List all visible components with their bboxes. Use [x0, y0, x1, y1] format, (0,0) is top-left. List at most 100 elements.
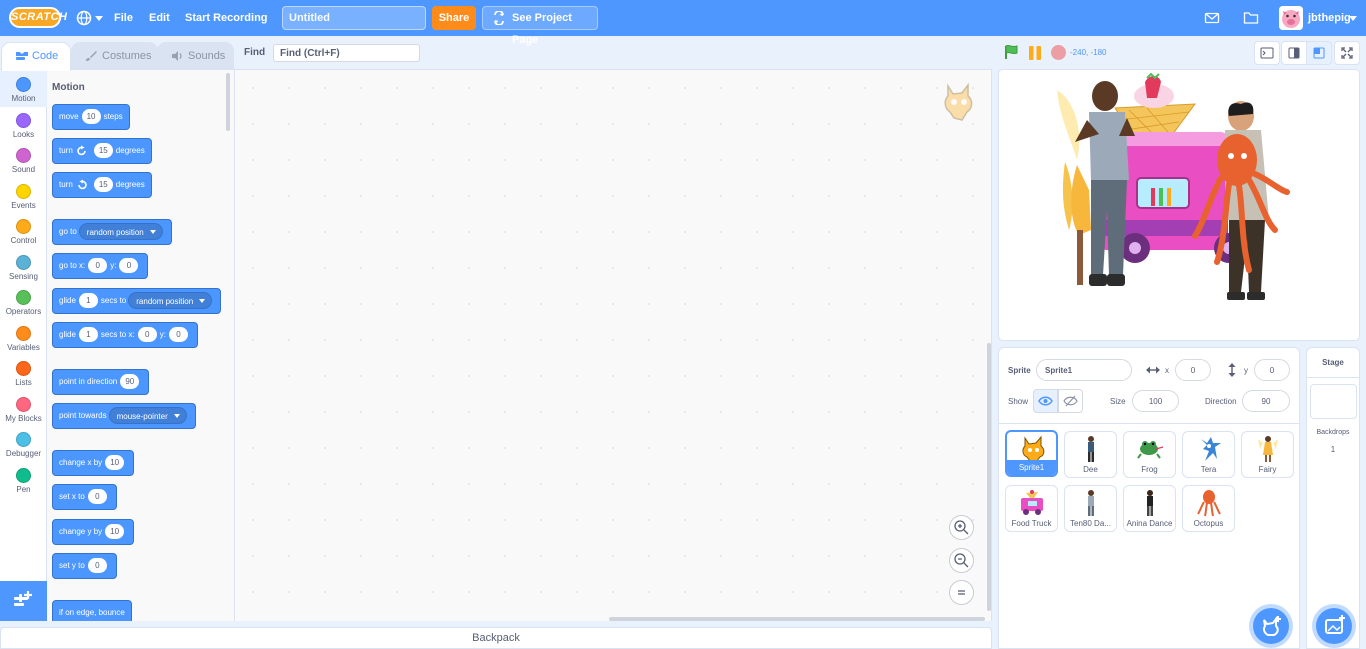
equals-icon [958, 590, 965, 595]
sprite-tile-sprite1[interactable]: Sprite1 [1005, 430, 1058, 477]
steps-input[interactable]: 10 [81, 109, 101, 125]
add-backdrop-button[interactable] [1316, 608, 1352, 644]
stop-button[interactable] [1051, 45, 1066, 60]
stage-canvas[interactable] [998, 69, 1360, 341]
secs-input[interactable]: 1 [78, 293, 98, 309]
stage-selector[interactable]: Stage Backdrops 1 [1306, 347, 1360, 649]
tab-costumes[interactable]: Costumes [71, 42, 158, 70]
y-input[interactable]: 0 [87, 558, 107, 574]
normal-stage-button[interactable] [1306, 41, 1332, 65]
category-variables[interactable]: Variables [0, 320, 47, 356]
block-move-steps[interactable]: move 10 steps [52, 104, 130, 130]
show-sprite-button[interactable] [1033, 389, 1058, 413]
see-project-page-button[interactable]: See Project Page [482, 6, 598, 46]
username[interactable]: jbthepig [1308, 0, 1351, 36]
x-input[interactable]: 0 [87, 489, 107, 505]
zoom-out-button[interactable] [949, 548, 974, 573]
block-glide-to-xy[interactable]: glide 1 secs to x: 0 y: 0 [52, 322, 198, 348]
my-stuff-folder-icon[interactable] [1243, 10, 1259, 26]
stage-thumbnail[interactable] [1310, 384, 1357, 419]
degrees-input[interactable]: 15 [93, 177, 113, 193]
degrees-input[interactable]: 15 [93, 143, 113, 159]
fullscreen-button[interactable] [1334, 41, 1360, 65]
sprite-direction-input[interactable] [1242, 390, 1290, 412]
project-title-input[interactable] [282, 6, 426, 30]
small-stage-button[interactable] [1281, 41, 1307, 65]
add-sprite-button[interactable] [1253, 608, 1289, 644]
scratch-logo[interactable]: SCRATCH [9, 7, 67, 28]
debug-console-button[interactable] [1254, 41, 1280, 65]
sprite-tile-fairy[interactable]: Fairy [1241, 431, 1294, 478]
category-events[interactable]: Events [0, 178, 47, 214]
category-color-dot [16, 361, 31, 376]
file-menu[interactable]: File [114, 0, 133, 36]
zoom-reset-button[interactable] [949, 580, 974, 605]
category-my-blocks[interactable]: My Blocks [0, 391, 47, 427]
sprite-name-input[interactable] [1036, 359, 1132, 381]
find-input[interactable] [273, 44, 420, 62]
sprite-tile-frog[interactable]: Frog [1123, 431, 1176, 478]
workspace-horizontal-scrollbar[interactable] [609, 617, 985, 621]
category-lists[interactable]: Lists [0, 355, 47, 391]
category-pen[interactable]: Pen [0, 462, 47, 498]
hide-sprite-button[interactable] [1058, 389, 1083, 413]
block-point-towards[interactable]: point towards mouse-pointer [52, 403, 196, 429]
category-sensing[interactable]: Sensing [0, 249, 47, 285]
direction-input[interactable]: 90 [120, 374, 140, 390]
block-glide-to[interactable]: glide 1 secs to random position [52, 288, 222, 314]
avatar[interactable] [1279, 6, 1303, 30]
backpack[interactable]: Backpack [0, 627, 992, 649]
script-workspace[interactable] [235, 69, 992, 621]
y-change-input[interactable]: 10 [105, 524, 125, 540]
share-button[interactable]: Share [432, 6, 476, 30]
sprite-tile-octopus[interactable]: Octopus [1182, 485, 1235, 532]
tab-sounds[interactable]: Sounds [157, 42, 234, 70]
secs-input[interactable]: 1 [78, 327, 98, 343]
x-change-input[interactable]: 10 [105, 455, 125, 471]
zoom-in-button[interactable] [949, 515, 974, 540]
green-flag-icon[interactable] [1003, 44, 1019, 60]
point-towards-dropdown[interactable]: mouse-pointer [108, 407, 187, 425]
sprite-y-input[interactable] [1254, 359, 1290, 381]
add-extension-button[interactable] [0, 581, 47, 621]
glide-target-dropdown[interactable]: random position [128, 292, 213, 310]
messages-icon[interactable] [1204, 10, 1220, 26]
category-operators[interactable]: Operators [0, 284, 47, 320]
language-globe-icon[interactable] [76, 10, 92, 26]
block-change-y[interactable]: change y by 10 [52, 519, 135, 545]
x-input[interactable]: 0 [137, 327, 157, 343]
workspace-vertical-scrollbar[interactable] [987, 343, 991, 611]
block-go-to[interactable]: go to random position [52, 219, 172, 245]
y-input[interactable]: 0 [168, 327, 188, 343]
category-looks[interactable]: Looks [0, 107, 47, 143]
category-control[interactable]: Control [0, 213, 47, 249]
block-change-x[interactable]: change x by 10 [52, 450, 135, 476]
block-turn-clockwise[interactable]: turn 15 degrees [52, 138, 152, 164]
tab-code[interactable]: Code [1, 42, 71, 71]
sprite-tile-tera[interactable]: Tera [1182, 431, 1235, 478]
sprite-tile-ten80-dance[interactable]: Ten80 Da... [1064, 485, 1117, 532]
block-set-y[interactable]: set y to 0 [52, 553, 117, 579]
category-motion[interactable]: Motion [0, 71, 47, 107]
sprite-x-input[interactable] [1175, 359, 1211, 381]
block-go-to-xy[interactable]: go to x: 0 y: 0 [52, 253, 149, 279]
pause-icon[interactable] [1027, 45, 1043, 61]
sprite-tile-food-truck[interactable]: Food Truck [1005, 485, 1058, 532]
block-set-x[interactable]: set x to 0 [52, 484, 117, 510]
category-sound[interactable]: Sound [0, 142, 47, 178]
start-recording-menu[interactable]: Start Recording [185, 0, 268, 36]
edit-menu[interactable]: Edit [149, 0, 170, 36]
block-point-in-direction[interactable]: point in direction 90 [52, 369, 150, 395]
block-if-on-edge-bounce[interactable]: if on edge, bounce [52, 600, 132, 621]
palette-scrollbar[interactable] [226, 73, 230, 131]
y-input[interactable]: 0 [119, 258, 139, 274]
block-turn-counterclockwise[interactable]: turn 15 degrees [52, 172, 152, 198]
category-debugger[interactable]: Debugger [0, 426, 47, 462]
x-input[interactable]: 0 [88, 258, 108, 274]
sprite-tile-dee[interactable]: Dee [1064, 431, 1117, 478]
account-chevron-down-icon[interactable] [1349, 16, 1357, 21]
go-to-target-dropdown[interactable]: random position [78, 223, 163, 241]
block-text: point in direction [59, 377, 118, 386]
sprite-size-input[interactable] [1132, 390, 1179, 412]
sprite-tile-anina-dance[interactable]: Anina Dance [1123, 485, 1176, 532]
